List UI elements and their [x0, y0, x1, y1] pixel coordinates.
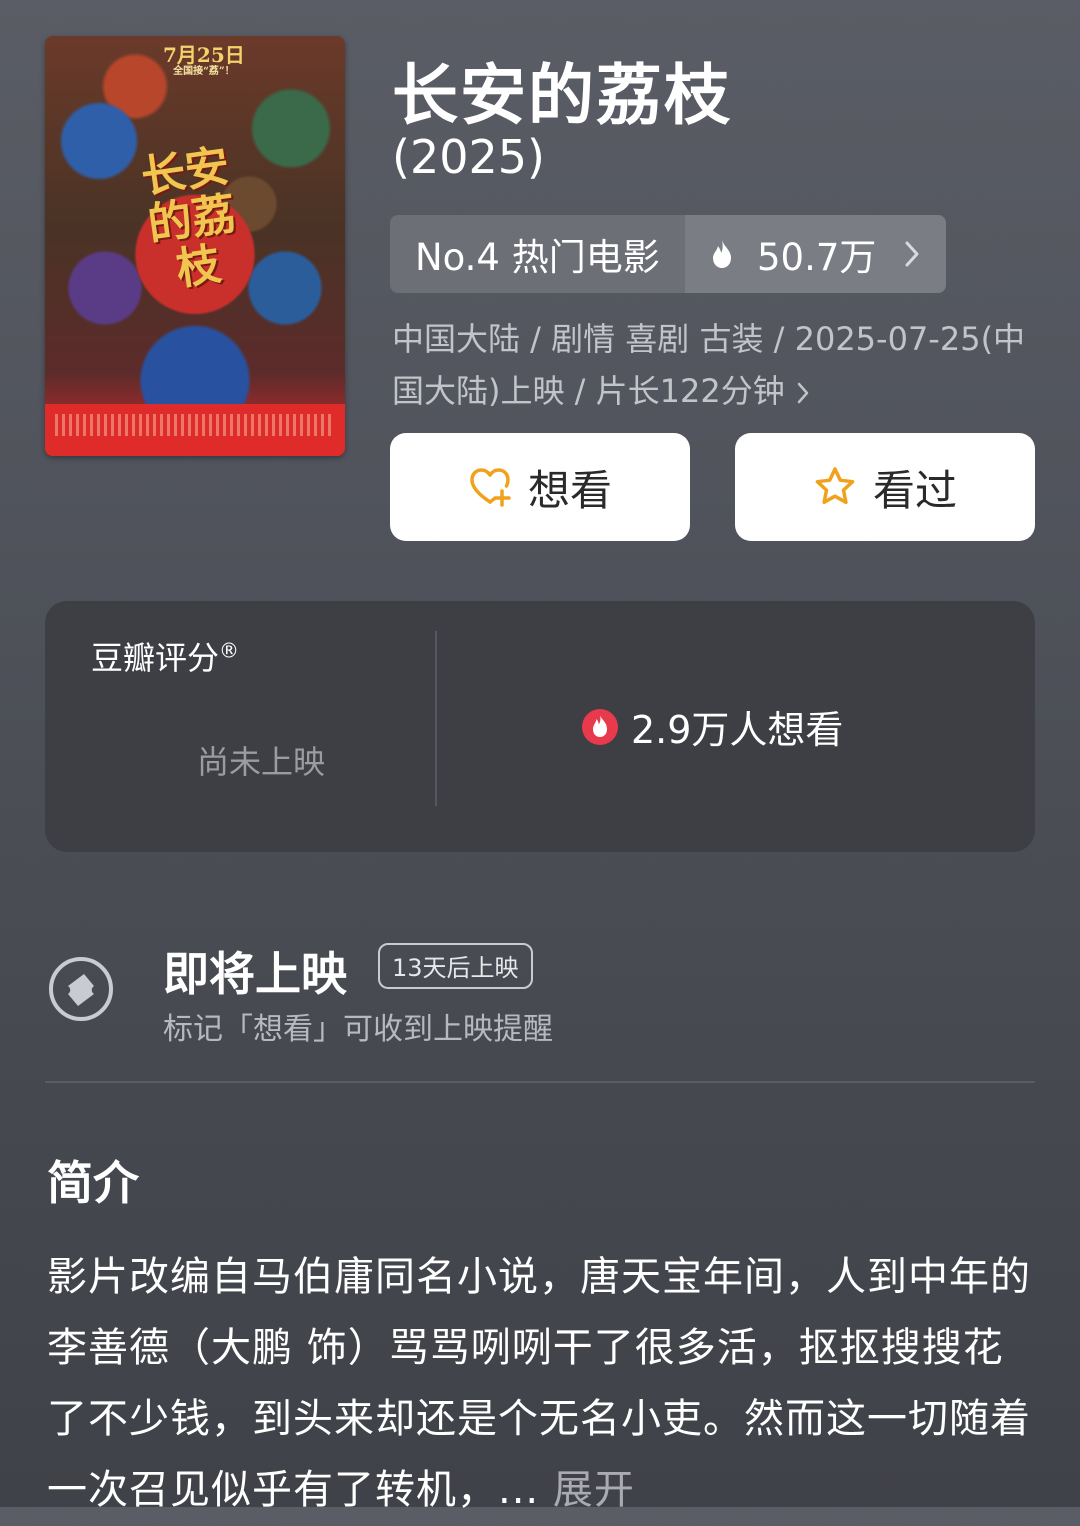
seen-label: 看过 — [872, 465, 957, 515]
chevron-right-icon — [905, 241, 919, 267]
heat-index[interactable]: 50.7万 — [685, 215, 946, 293]
poster-logo: 长安的荔枝 — [138, 140, 240, 296]
rating-status: 尚未上映 — [197, 743, 326, 781]
movie-meta[interactable]: 中国大陆 / 剧情 喜剧 古装 / 2025-07-25(中国大陆)上映 / 片… — [392, 313, 1042, 417]
synopsis-body: 影片改编自马伯庸同名小说，唐天宝年间，人到中年的李善德（大鹏 饰）骂骂咧咧干了很… — [47, 1242, 1037, 1526]
want-to-watch-button[interactable]: 想看 — [390, 433, 690, 541]
poster-date: 7月25日 全国接“荔”！ — [163, 43, 245, 77]
want-label: 想看 — [527, 465, 612, 515]
rating-card[interactable]: 豆瓣评分® 尚未上映 2.9万人想看 — [45, 601, 1035, 852]
ranking-label[interactable]: No.4 热门电影 — [390, 215, 685, 293]
douban-rating-label: 豆瓣评分® — [91, 638, 240, 677]
want-count-text: 2.9万人想看 — [631, 708, 844, 752]
section-divider — [45, 1081, 1035, 1083]
ranking-pill[interactable]: No.4 热门电影 50.7万 — [390, 215, 946, 293]
upcoming-title: 即将上映 — [163, 947, 347, 1001]
flame-icon — [713, 240, 731, 268]
expand-link[interactable]: 展开 — [553, 1467, 635, 1513]
rating-divider — [435, 631, 437, 806]
synopsis-text: 影片改编自马伯庸同名小说，唐天宝年间，人到中年的李善德（大鹏 饰）骂骂咧咧干了很… — [47, 1254, 1031, 1513]
movie-year: (2025) — [392, 130, 545, 184]
synopsis-heading: 简介 — [47, 1156, 139, 1210]
star-icon — [815, 467, 855, 505]
poster-credits — [45, 404, 345, 456]
meta-text: 中国大陆 / 剧情 喜剧 古装 / 2025-07-25(中国大陆)上映 / 片… — [392, 320, 1026, 410]
watched-button[interactable]: 看过 — [735, 433, 1035, 541]
heart-plus-icon — [470, 468, 511, 507]
heat-value: 50.7万 — [757, 236, 877, 279]
chevron-right-icon — [797, 382, 808, 404]
want-count[interactable]: 2.9万人想看 — [581, 699, 843, 754]
upcoming-subtitle: 标记「想看」可收到上映提醒 — [163, 1012, 553, 1047]
movie-poster[interactable]: 7月25日 全国接“荔”！ 长安的荔枝 — [45, 36, 345, 456]
hot-flame-badge-icon — [582, 708, 618, 745]
movie-title: 长安的荔枝 — [392, 57, 732, 134]
days-until-release-badge: 13天后上映 — [378, 943, 533, 989]
ticket-icon — [49, 957, 113, 1021]
